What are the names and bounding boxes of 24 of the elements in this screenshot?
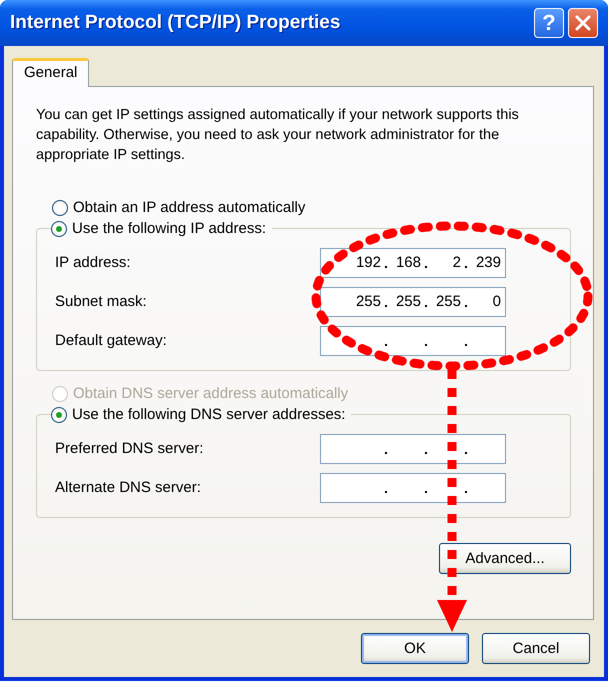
field-label: IP address:	[55, 254, 131, 271]
window-title: Internet Protocol (TCP/IP) Properties	[10, 12, 340, 34]
ip-address-field[interactable]: 255 255 255 0	[320, 286, 506, 316]
ip-address-field[interactable]: 192 168 2 239	[320, 248, 506, 278]
radio-button[interactable]	[51, 220, 67, 236]
field-label: Preferred DNS server:	[55, 440, 204, 457]
field-label: Default gateway:	[55, 332, 167, 349]
field-label: Subnet mask:	[55, 293, 147, 310]
ip-address-field[interactable]	[320, 472, 506, 502]
radio-option[interactable]: Use the following DNS server addresses:	[51, 406, 352, 423]
close-button[interactable]	[568, 8, 598, 38]
ip-address-field[interactable]	[320, 434, 506, 464]
intro-text: You can get IP settings assigned automatically if your network supports this capability. Otherwise, you need to ask your network administrator for the appropriate IP settings.	[36, 106, 520, 165]
close-icon	[574, 14, 592, 32]
cancel-button[interactable]: Cancel	[482, 633, 590, 664]
radio-option[interactable]: Use the following IP address:	[51, 220, 272, 237]
ip-address-field[interactable]	[320, 326, 506, 356]
field-label: Alternate DNS server:	[55, 479, 201, 496]
radio-button[interactable]	[51, 406, 67, 422]
radio-button[interactable]	[52, 200, 68, 216]
ok-button[interactable]: OK	[361, 633, 469, 664]
advanced-button[interactable]: Advanced...	[439, 543, 571, 574]
general-tab[interactable]: General	[12, 58, 90, 87]
radio-option[interactable]: Obtain an IP address automatically	[52, 199, 571, 216]
